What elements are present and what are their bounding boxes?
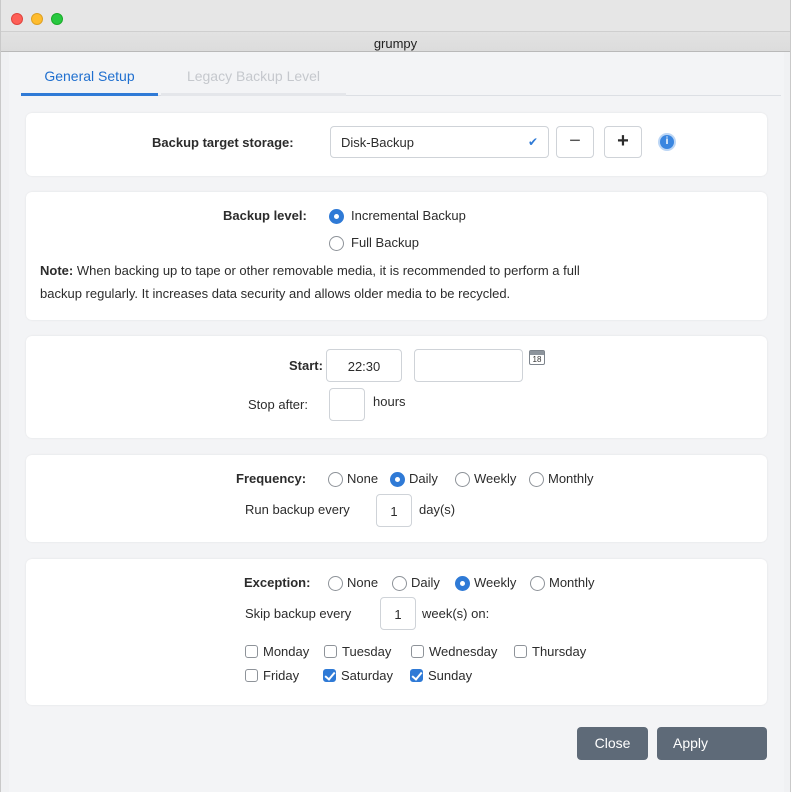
- tuesday-label: Tuesday: [342, 644, 392, 659]
- monday-label: Monday: [263, 644, 310, 659]
- radio-exception-monthly[interactable]: [530, 576, 545, 591]
- title-bar: grumpy: [1, 0, 790, 52]
- exception-monthly-label: Monthly: [549, 575, 595, 590]
- friday-label: Friday: [263, 668, 300, 683]
- note-line-1: Note: When backing up to tape or other r…: [40, 263, 580, 278]
- full-backup-label: Full Backup: [351, 235, 419, 250]
- hours-unit-label: hours: [373, 394, 406, 409]
- run-interval-input[interactable]: 1: [376, 494, 412, 527]
- frequency-weekly-label: Weekly: [474, 471, 517, 486]
- note-label: Note:: [40, 263, 74, 278]
- stop-after-input[interactable]: [329, 388, 365, 421]
- radio-exception-none[interactable]: [328, 576, 343, 591]
- window-title: grumpy: [373, 36, 418, 51]
- checkbox-sunday[interactable]: [410, 669, 423, 682]
- skip-interval-input[interactable]: 1: [380, 597, 416, 630]
- radio-exception-daily[interactable]: [392, 576, 407, 591]
- storage-label: Backup target storage:: [152, 135, 294, 150]
- storage-select[interactable]: Disk-Backup ✔: [330, 126, 549, 158]
- frequency-monthly-label: Monthly: [548, 471, 594, 486]
- checkbox-monday[interactable]: [245, 645, 258, 658]
- apply-button[interactable]: Apply: [657, 727, 767, 760]
- storage-select-value: Disk-Backup: [341, 135, 414, 150]
- run-interval-unit: day(s): [419, 502, 456, 517]
- exception-none-label: None: [347, 575, 379, 590]
- storage-panel: Backup target storage: Disk-Backup ✔ − +…: [26, 113, 767, 176]
- note-text-1: When backing up to tape or other removab…: [73, 263, 580, 278]
- frequency-daily-label: Daily: [409, 471, 438, 486]
- saturday-label: Saturday: [341, 668, 394, 683]
- wednesday-label: Wednesday: [429, 644, 498, 659]
- checkbox-thursday[interactable]: [514, 645, 527, 658]
- chevron-down-icon: ✔: [527, 135, 538, 149]
- start-time-value: 22:30: [347, 359, 381, 374]
- app-window: grumpy General Setup Legacy Backup Level…: [0, 0, 791, 792]
- add-storage-button[interactable]: +: [604, 126, 642, 158]
- radio-frequency-weekly[interactable]: [455, 472, 470, 487]
- thursday-label: Thursday: [532, 644, 587, 659]
- start-time-input[interactable]: 22:30: [326, 349, 402, 382]
- checkbox-friday[interactable]: [245, 669, 258, 682]
- plus-icon: +: [617, 130, 629, 152]
- tab-general-setup[interactable]: General Setup: [21, 66, 158, 96]
- frequency-panel: Frequency: None Daily Weekly Monthly Run…: [26, 455, 767, 542]
- note-line-2: backup regularly. It increases data secu…: [40, 286, 511, 301]
- radio-exception-weekly[interactable]: [455, 576, 470, 591]
- close-button[interactable]: Close: [577, 727, 648, 760]
- close-window-icon[interactable]: [11, 13, 23, 25]
- radio-full-backup[interactable]: [329, 236, 344, 251]
- incremental-backup-label: Incremental Backup: [351, 208, 466, 223]
- remove-storage-button[interactable]: −: [556, 126, 594, 158]
- tab-bar: General Setup Legacy Backup Level: [21, 66, 781, 96]
- schedule-start-panel: Start: 22:30 18 Stop after: hours: [26, 336, 767, 438]
- tab-legacy-backup-level[interactable]: Legacy Backup Level: [161, 66, 346, 96]
- calendar-icon[interactable]: 18: [529, 350, 545, 365]
- minimize-window-icon[interactable]: [31, 13, 43, 25]
- backup-level-label: Backup level:: [223, 208, 307, 223]
- skip-interval-unit: week(s) on:: [422, 606, 490, 621]
- info-icon[interactable]: i: [660, 135, 674, 149]
- exception-weekly-label: Weekly: [474, 575, 517, 590]
- checkbox-tuesday[interactable]: [324, 645, 337, 658]
- exception-label: Exception:: [244, 575, 311, 590]
- dialog-content: General Setup Legacy Backup Level Backup…: [9, 52, 784, 792]
- backup-level-panel: Backup level: Incremental Backup Full Ba…: [26, 192, 767, 320]
- run-interval-value: 1: [390, 504, 398, 519]
- zoom-window-icon[interactable]: [51, 13, 63, 25]
- skip-interval-value: 1: [394, 607, 402, 622]
- start-date-input[interactable]: [414, 349, 523, 382]
- sunday-label: Sunday: [428, 668, 473, 683]
- start-label: Start:: [289, 358, 323, 373]
- radio-frequency-monthly[interactable]: [529, 472, 544, 487]
- skip-backup-label: Skip backup every: [245, 606, 352, 621]
- run-backup-label: Run backup every: [245, 502, 350, 517]
- exception-daily-label: Daily: [411, 575, 440, 590]
- radio-incremental-backup[interactable]: [329, 209, 344, 224]
- checkbox-wednesday[interactable]: [411, 645, 424, 658]
- radio-frequency-daily[interactable]: [390, 472, 405, 487]
- exception-panel: Exception: None Daily Weekly Monthly Ski…: [26, 559, 767, 705]
- stop-after-label: Stop after:: [248, 397, 308, 412]
- window-chrome: [1, 0, 790, 32]
- radio-frequency-none[interactable]: [328, 472, 343, 487]
- minus-icon: −: [569, 130, 581, 152]
- checkbox-saturday[interactable]: [323, 669, 336, 682]
- frequency-none-label: None: [347, 471, 379, 486]
- frequency-label: Frequency:: [236, 471, 307, 486]
